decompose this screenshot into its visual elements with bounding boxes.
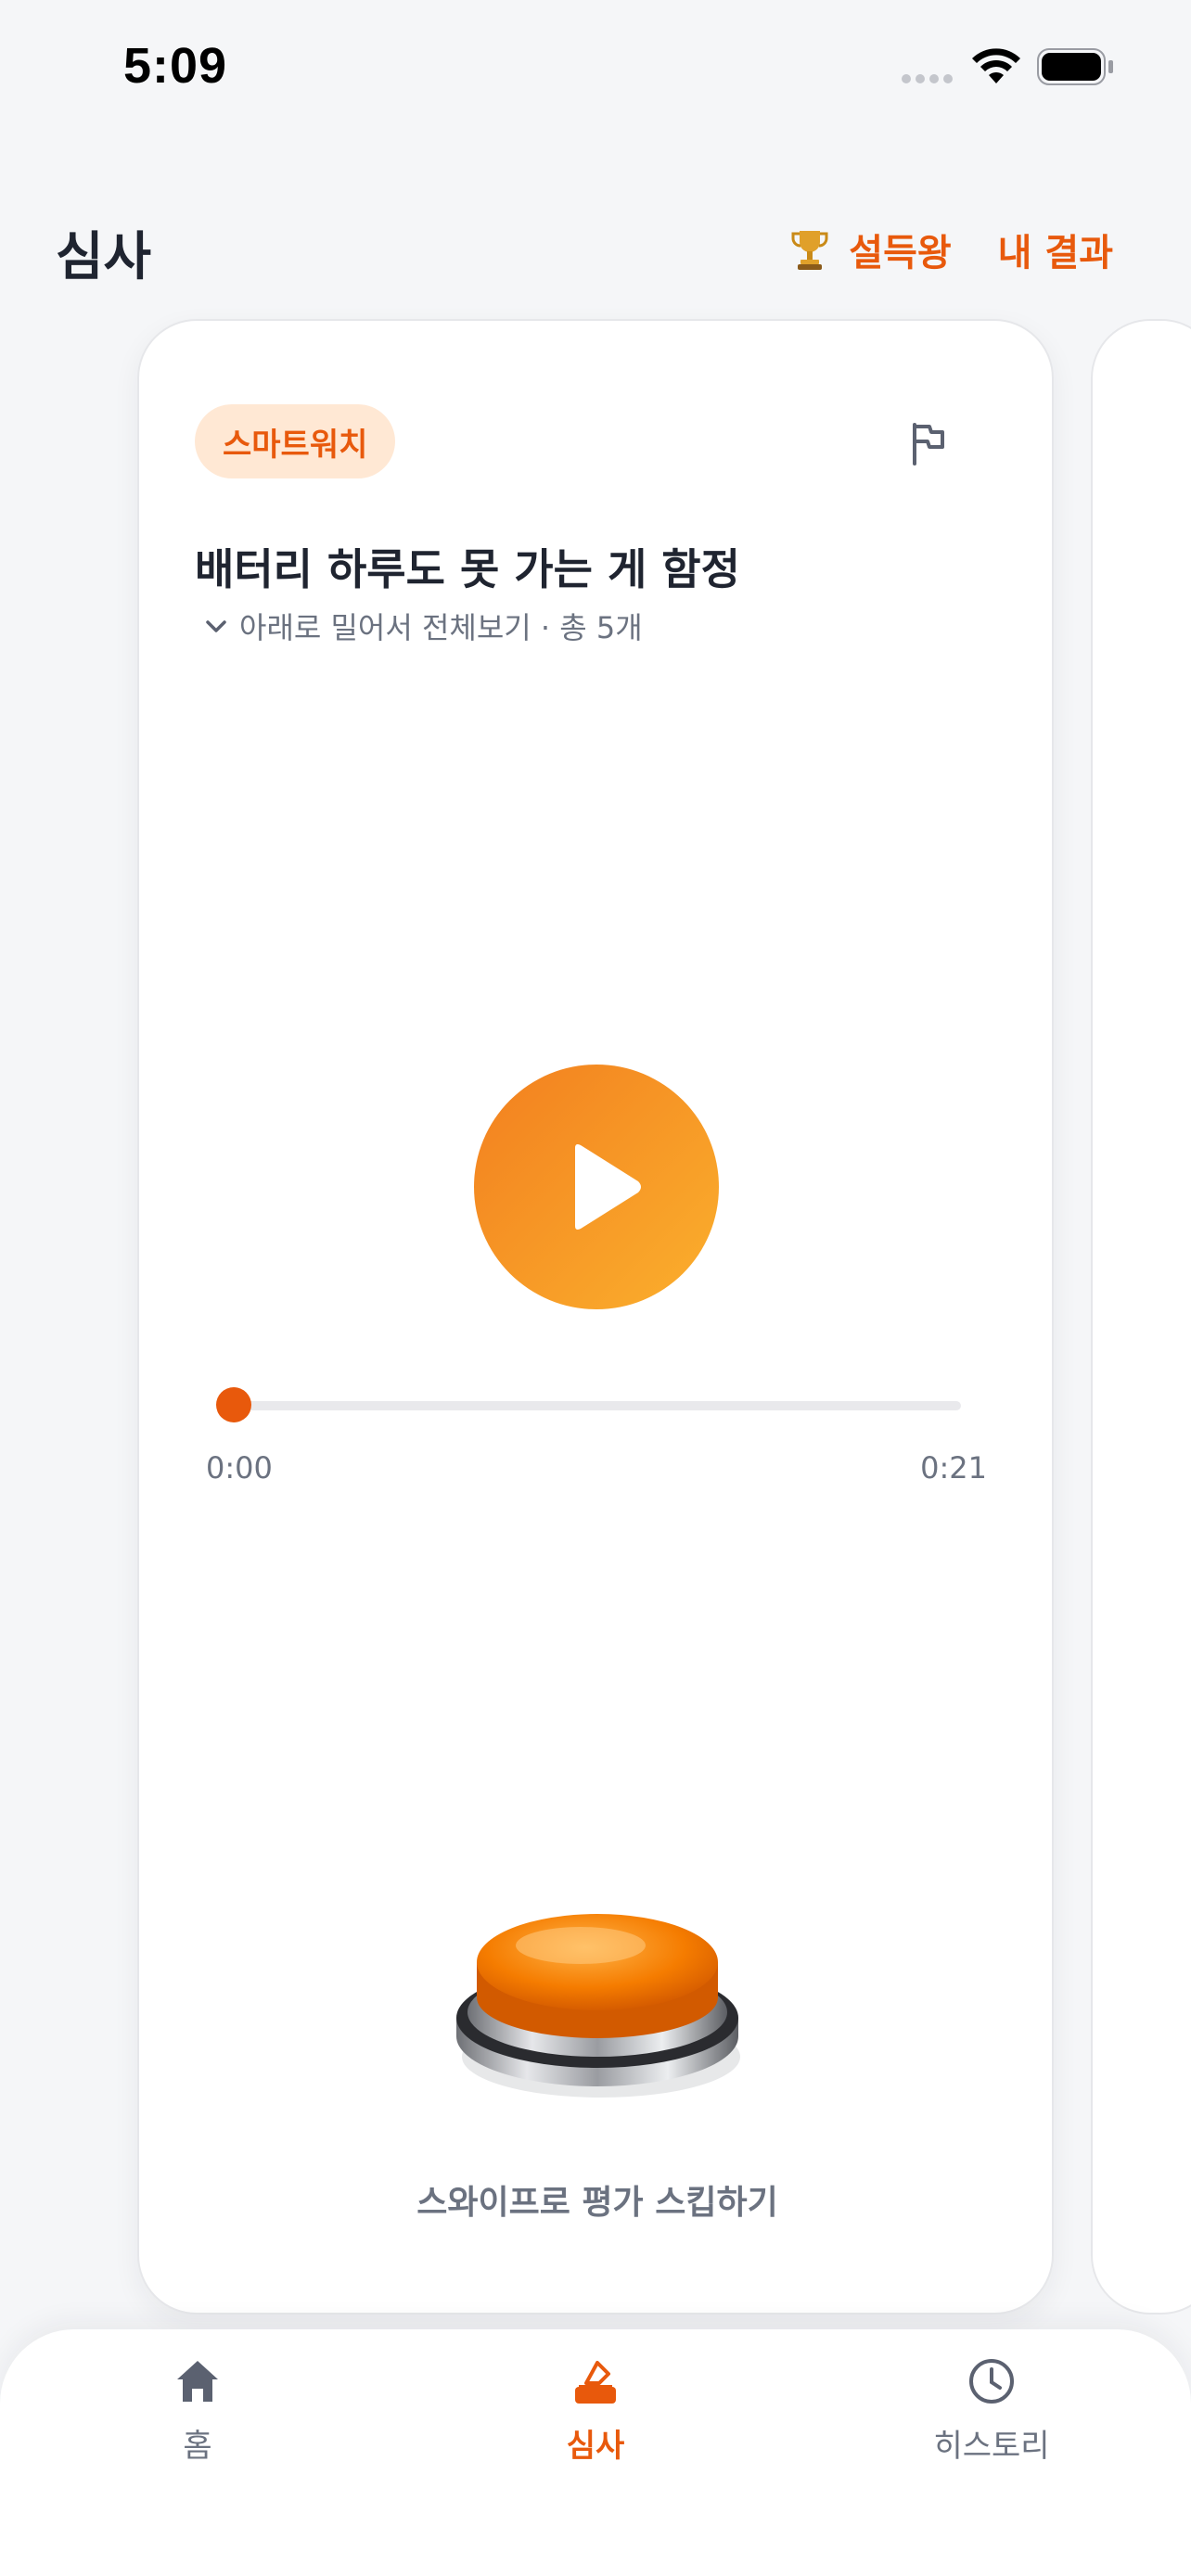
trophy-icon (791, 231, 828, 270)
persuasion-king-label: 설득왕 (849, 232, 952, 274)
category-chip: 스마트워치 (195, 404, 396, 478)
tab-bar: 홈 심사 히스토리 (0, 2329, 1191, 2576)
scroll-hint[interactable]: 아래로 밀어서 전체보기 · 총 5개 (204, 605, 643, 647)
battery-icon (1037, 48, 1113, 85)
tab-history-label: 히스토리 (933, 2428, 1050, 2465)
tab-review-label: 심사 (566, 2428, 625, 2465)
audio-progress-track[interactable] (234, 1401, 961, 1410)
status-time: 5:09 (123, 38, 228, 94)
my-results-button[interactable]: 내 결과 (998, 223, 1113, 276)
wifi-icon (972, 48, 1020, 83)
signal-dots-icon (902, 74, 953, 83)
report-flag-icon[interactable] (902, 417, 954, 469)
tab-home-label: 홈 (183, 2428, 212, 2465)
play-icon (575, 1144, 641, 1230)
clock-icon (969, 2359, 1014, 2404)
audio-progress-thumb[interactable] (216, 1387, 251, 1422)
page-title: 심사 (56, 227, 152, 287)
header: 심사 설득왕 내 결과 (0, 195, 1191, 297)
skip-hint: 스와이프로 평가 스킵하기 (416, 2184, 778, 2222)
my-results-label: 내 결과 (997, 232, 1113, 274)
header-actions: 설득왕 내 결과 (789, 223, 1113, 276)
category-label: 스마트워치 (223, 426, 368, 464)
next-card-peek[interactable] (1091, 319, 1191, 2315)
ballot-icon (575, 2361, 616, 2404)
scroll-hint-label: 아래로 밀어서 전체보기 · 총 5개 (239, 610, 643, 645)
card-title: 배터리 하루도 못 가는 게 함정 (195, 544, 740, 594)
tab-history[interactable]: 히스토리 (899, 2355, 1084, 2466)
buzzer-button-icon[interactable] (451, 1888, 744, 2111)
chevron-down-icon (206, 620, 226, 632)
tab-review[interactable]: 심사 (503, 2355, 688, 2466)
home-icon (177, 2361, 218, 2402)
time-current: 0:00 (206, 1450, 273, 1486)
review-card[interactable]: 스마트워치 배터리 하루도 못 가는 게 함정 아래로 밀어서 전체보기 · 총… (137, 319, 1054, 2315)
status-bar: 5:09 (0, 0, 1191, 139)
tab-home[interactable]: 홈 (105, 2355, 290, 2466)
play-button[interactable] (474, 1065, 719, 1309)
time-total: 0:21 (920, 1450, 987, 1486)
persuasion-king-button[interactable]: 설득왕 (789, 223, 952, 276)
